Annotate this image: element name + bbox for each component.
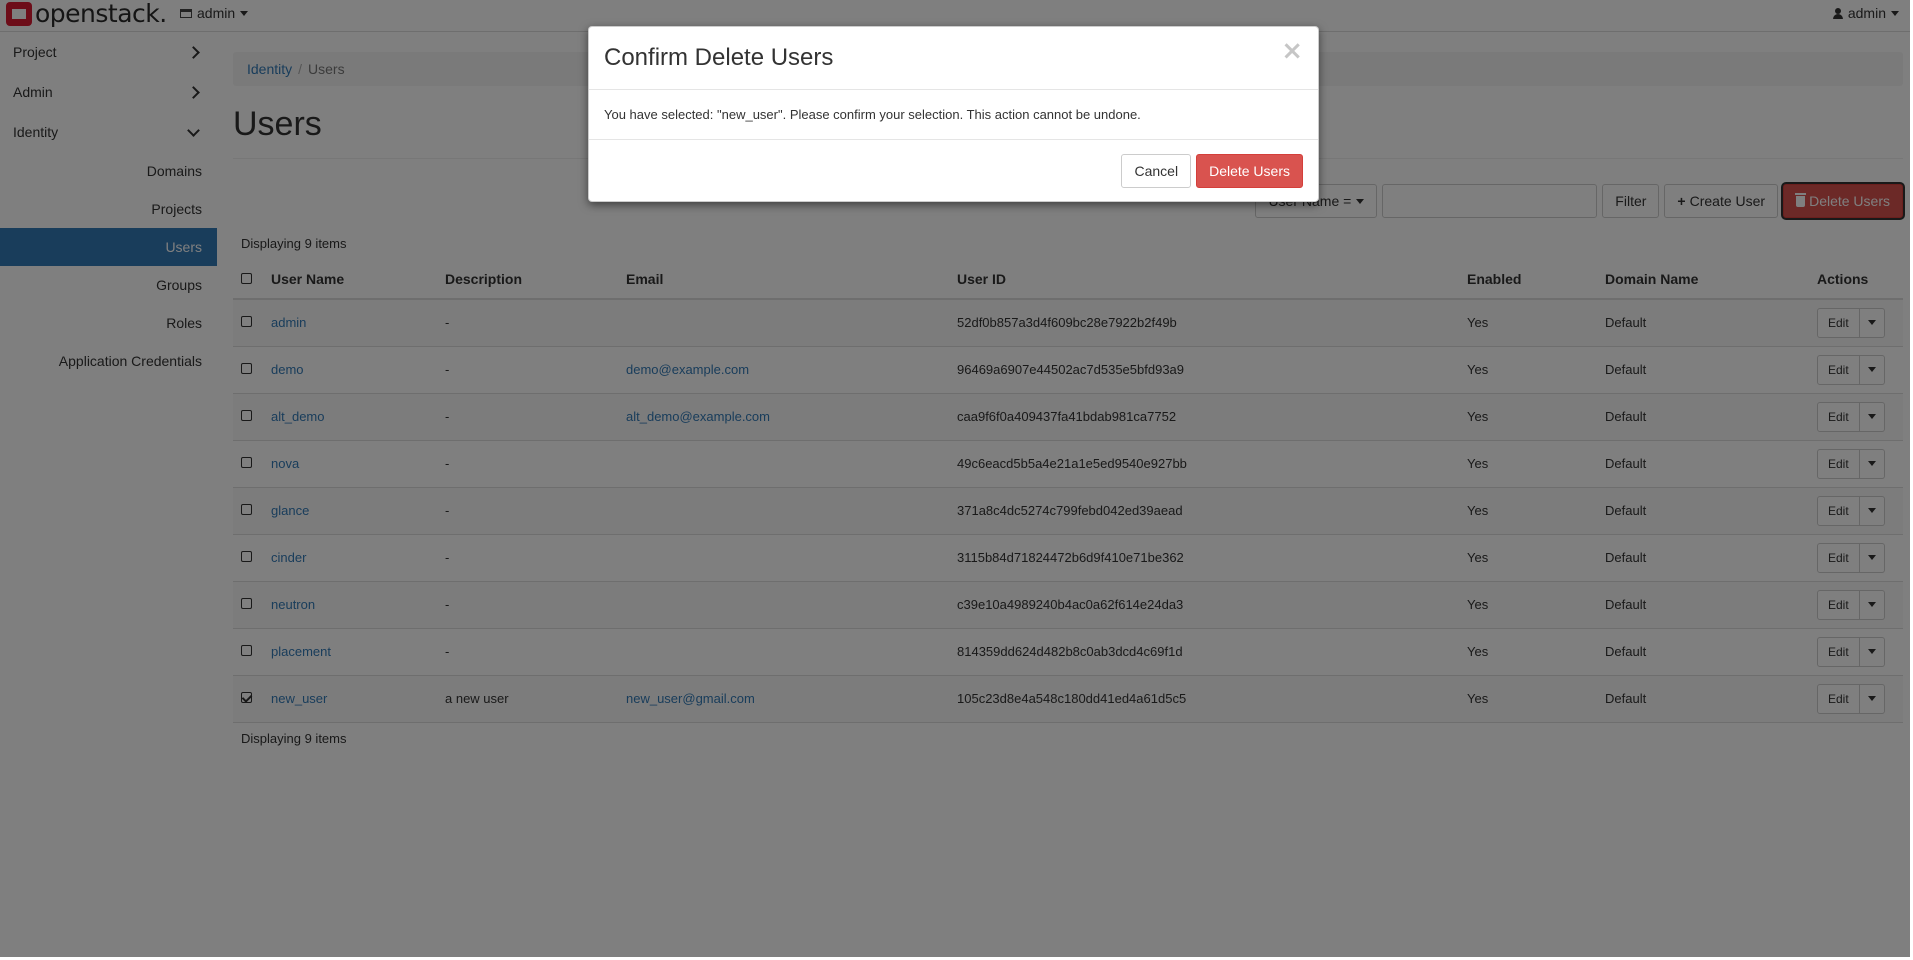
cancel-button[interactable]: Cancel	[1121, 153, 1192, 188]
dialog-body: You have selected: "new_user". Please co…	[589, 90, 1318, 139]
dialog-message: You have selected: "new_user". Please co…	[604, 107, 1141, 122]
confirm-delete-button[interactable]: Delete Users	[1196, 153, 1303, 188]
confirm-delete-dialog: Confirm Delete Users × You have selected…	[588, 26, 1319, 202]
dialog-header: Confirm Delete Users ×	[589, 27, 1318, 90]
close-icon[interactable]: ×	[1281, 38, 1303, 64]
dialog-footer: Cancel Delete Users	[589, 139, 1318, 201]
dialog-title: Confirm Delete Users	[604, 44, 834, 71]
